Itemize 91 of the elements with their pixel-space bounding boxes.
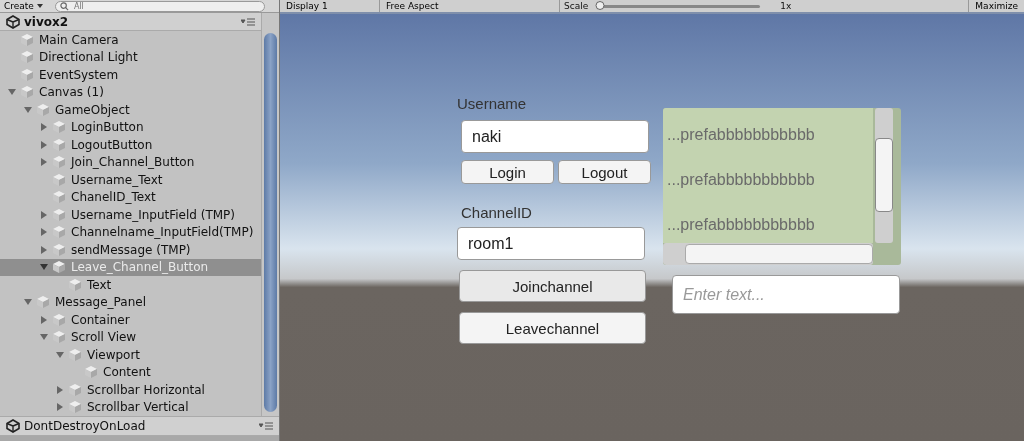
display-dropdown[interactable]: Display 1 — [280, 0, 380, 12]
menu-icon[interactable] — [241, 17, 255, 26]
scene-header[interactable]: DontDestroyOnLoad — [0, 416, 279, 436]
expand-arrow-icon[interactable] — [56, 350, 64, 359]
slider-thumb[interactable] — [595, 0, 605, 10]
hierarchy-item[interactable]: LoginButton — [0, 118, 261, 136]
cube-icon — [52, 172, 66, 187]
hierarchy-item[interactable]: Scrollbar Horizontal — [0, 381, 261, 399]
cube-icon — [20, 50, 34, 65]
hierarchy-item[interactable]: Message_Panel — [0, 293, 261, 311]
expand-arrow-icon[interactable] — [56, 403, 64, 412]
cube-icon — [52, 242, 66, 257]
expand-arrow-icon[interactable] — [40, 228, 48, 237]
menu-icon[interactable] — [259, 422, 273, 430]
message-text: ...prefabbbbbbbbbbb — [666, 126, 816, 144]
cube-icon — [20, 32, 34, 47]
scale-label: Scale — [563, 0, 590, 12]
hierarchy-item[interactable]: LogoutButton — [0, 136, 261, 154]
cube-icon — [84, 365, 98, 380]
expand-arrow-icon[interactable] — [24, 298, 32, 307]
cube-icon — [36, 102, 50, 117]
expand-arrow-icon[interactable] — [40, 210, 48, 219]
message-text: ...prefabbbbbbbbbbb — [666, 171, 816, 189]
expand-arrow-icon[interactable] — [40, 263, 48, 272]
cube-icon — [52, 120, 66, 135]
hierarchy-item[interactable]: Canvas (1) — [0, 83, 261, 101]
hierarchy-item[interactable]: Username_Text — [0, 171, 261, 189]
hierarchy-item[interactable]: Content — [0, 363, 261, 381]
cube-icon — [52, 330, 66, 345]
channel-label: ChannelID — [461, 204, 533, 221]
expand-arrow-icon[interactable] — [40, 158, 48, 167]
expand-arrow-icon[interactable] — [40, 123, 48, 132]
hierarchy-item[interactable]: Join_Channel_Button — [0, 153, 261, 171]
cube-icon — [52, 225, 66, 240]
expand-arrow-icon[interactable] — [40, 140, 48, 149]
cube-icon — [68, 382, 82, 397]
cube-icon — [52, 137, 66, 152]
username-field[interactable]: naki — [461, 120, 649, 153]
hierarchy-item[interactable]: sendMessage (TMP) — [0, 241, 261, 259]
search-field[interactable]: All — [54, 0, 265, 12]
hierarchy-item[interactable]: Text — [0, 276, 261, 294]
message-text: ...prefabbbbbbbbbbb — [666, 216, 816, 234]
leave-channel-button[interactable]: Leavechannel — [459, 312, 646, 344]
hierarchy-item[interactable]: Scroll View — [0, 328, 261, 346]
horizontal-scrollbar[interactable] — [663, 243, 873, 265]
hierarchy-item[interactable]: ChanelID_Text — [0, 188, 261, 206]
unity-logo-icon — [6, 419, 20, 433]
search-icon — [59, 1, 69, 11]
expand-arrow-icon[interactable] — [24, 105, 32, 114]
expand-arrow-icon[interactable] — [40, 315, 48, 324]
cube-icon — [52, 190, 66, 205]
hierarchy-item[interactable]: Container — [0, 311, 261, 329]
cube-icon — [52, 312, 66, 327]
hierarchy-item[interactable]: Username_InputField (TMP) — [0, 206, 261, 224]
cube-icon — [68, 347, 82, 362]
login-button[interactable]: Login — [461, 160, 554, 184]
hierarchy-item[interactable]: Main Camera — [0, 31, 261, 49]
hierarchy-item[interactable]: Viewport — [0, 346, 261, 364]
scene-header[interactable]: vivox2 — [0, 13, 261, 31]
username-label: Username — [457, 95, 528, 112]
message-field[interactable]: Enter text... — [672, 275, 900, 314]
scene-name: vivox2 — [24, 14, 69, 29]
unity-logo-icon — [6, 14, 20, 29]
vertical-scrollbar[interactable] — [875, 108, 893, 243]
cube-icon — [20, 67, 34, 82]
scale-value: 1x — [779, 0, 793, 12]
cube-icon — [52, 207, 66, 222]
scrollbar[interactable] — [261, 13, 279, 416]
logout-button[interactable]: Logout — [558, 160, 651, 184]
channel-field[interactable]: room1 — [457, 227, 645, 260]
create-dropdown[interactable]: Create — [0, 0, 47, 12]
hierarchy-item[interactable]: Channelname_InputField(TMP) — [0, 223, 261, 241]
hierarchy-item[interactable]: Scrollbar Vertical — [0, 398, 261, 416]
cube-icon — [68, 400, 82, 415]
hierarchy-item[interactable]: EventSystem — [0, 66, 261, 84]
join-channel-button[interactable]: Joinchannel — [459, 270, 646, 302]
hierarchy-item[interactable]: Directional Light — [0, 48, 261, 66]
expand-arrow-icon[interactable] — [40, 333, 48, 342]
cube-icon — [36, 295, 50, 310]
expand-arrow-icon[interactable] — [8, 88, 16, 97]
scene-name: DontDestroyOnLoad — [24, 419, 146, 433]
cube-icon — [68, 277, 82, 292]
expand-arrow-icon[interactable] — [40, 245, 48, 254]
aspect-dropdown[interactable]: Free Aspect — [380, 0, 560, 12]
cube-icon — [20, 85, 34, 100]
cube-icon — [52, 260, 66, 275]
hierarchy-item[interactable]: GameObject — [0, 101, 261, 119]
expand-arrow-icon[interactable] — [56, 385, 64, 394]
cube-icon — [52, 155, 66, 170]
maximize-button[interactable]: Maximize — [968, 0, 1024, 12]
caret-icon — [36, 4, 43, 8]
